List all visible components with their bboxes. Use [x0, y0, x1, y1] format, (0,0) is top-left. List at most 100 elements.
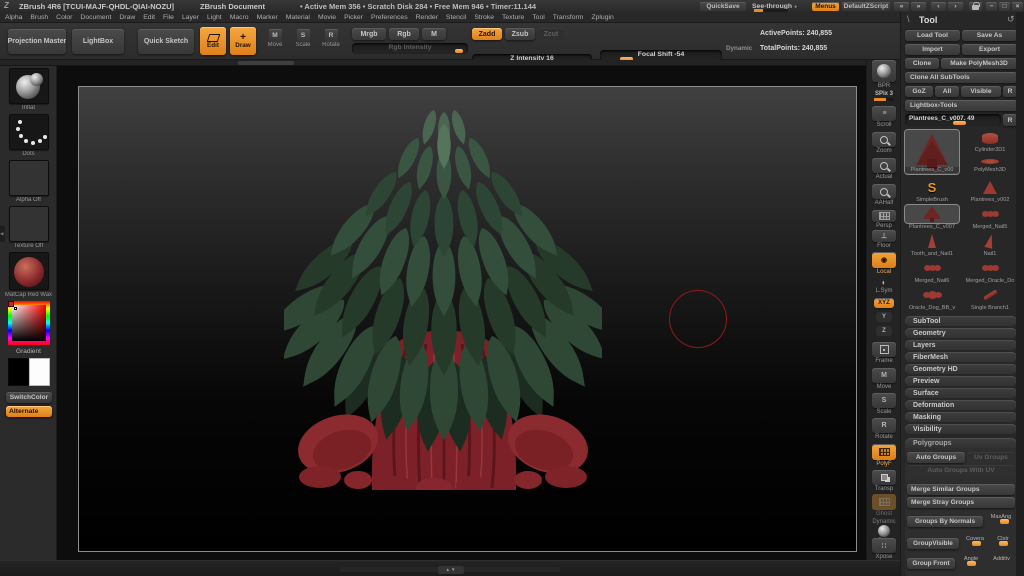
cluster-handle[interactable]: [999, 541, 1008, 546]
inventory-item-plantrees-c-v007[interactable]: [905, 205, 959, 223]
rotate-button[interactable]: R Rotate: [318, 27, 344, 55]
bottom-divider-handle[interactable]: ▲▼: [438, 566, 464, 574]
menu-brush[interactable]: Brush: [30, 14, 48, 21]
left-tray-collapse-handle[interactable]: ◀: [0, 226, 5, 242]
sculpt-model-tree[interactable]: [284, 94, 602, 490]
shelf-z-button[interactable]: Z: [870, 326, 898, 336]
section-fibermesh[interactable]: FiberMesh: [905, 352, 1017, 362]
tool-palette-header[interactable]: \ Tool ↺: [901, 12, 1024, 28]
inventory-item-polymesh3d[interactable]: [963, 156, 1017, 166]
canvas-viewport[interactable]: [57, 66, 866, 560]
section-layers[interactable]: Layers: [905, 340, 1017, 350]
secondary-color-swatch[interactable]: [29, 358, 50, 386]
merge-stray-groups-button[interactable]: Merge Stray Groups: [907, 497, 1015, 508]
maxangle-slider[interactable]: MaxAng: [986, 514, 1016, 520]
shelf-aahalf-button[interactable]: AAHalf: [870, 184, 898, 206]
menu-render[interactable]: Render: [416, 14, 438, 21]
menu-preferences[interactable]: Preferences: [371, 14, 408, 21]
save-as-button[interactable]: Save As: [962, 30, 1017, 41]
draw-button[interactable]: + Draw: [230, 27, 256, 55]
see-through-slider[interactable]: See-through ●: [752, 1, 806, 11]
current-tool-handle[interactable]: [953, 121, 966, 125]
shelf-y-button[interactable]: Y: [870, 312, 898, 322]
inventory-item-cylinder3d[interactable]: [963, 130, 1017, 146]
cluster-slider[interactable]: Clstr: [991, 536, 1015, 542]
inventory-item-single-branch1[interactable]: [963, 286, 1017, 304]
menu-picker[interactable]: Picker: [344, 14, 363, 21]
shelf-spix-slider[interactable]: SPix 3: [870, 90, 898, 101]
section-surface[interactable]: Surface: [905, 388, 1017, 398]
shelf-lsym-button[interactable]: ◐ L.Sym: [870, 278, 898, 294]
tool-panel-scroll-gutter[interactable]: [1016, 12, 1024, 576]
shelf-xyz-button[interactable]: XYZ: [870, 298, 898, 308]
color-picker-sv-square[interactable]: [12, 305, 46, 341]
restore-button[interactable]: □: [999, 2, 1010, 11]
shelf-rotate-button[interactable]: R Rotate: [870, 418, 898, 440]
color-picker-cursor[interactable]: [14, 307, 17, 310]
move-button[interactable]: M Move: [262, 27, 288, 55]
coverage-handle[interactable]: [972, 541, 981, 546]
menu-texture[interactable]: Texture: [502, 14, 524, 21]
menu-edit[interactable]: Edit: [143, 14, 155, 21]
shelf-frame-button[interactable]: Frame: [870, 342, 898, 364]
bottom-tray-divider[interactable]: ▲▼: [0, 560, 900, 576]
menu-light[interactable]: Light: [207, 14, 222, 21]
menu-stencil[interactable]: Stencil: [446, 14, 466, 21]
scale-button[interactable]: S Scale: [290, 27, 316, 55]
tool-r-button[interactable]: R: [1003, 114, 1017, 126]
inventory-item-tooth-and-nail1[interactable]: [905, 232, 959, 250]
coverage-slider[interactable]: Covera: [962, 536, 988, 542]
current-stroke-thumbnail[interactable]: [9, 114, 49, 150]
shelf-scale-button[interactable]: S Scale: [870, 393, 898, 415]
menu-material[interactable]: Material: [286, 14, 310, 21]
inventory-item-oracle-dog[interactable]: [905, 286, 959, 304]
inventory-item-merged-nail6[interactable]: [905, 259, 959, 277]
main-color-swatch[interactable]: [8, 358, 29, 386]
m-button[interactable]: M: [422, 28, 446, 40]
uv-groups-button[interactable]: Uv Groups: [967, 452, 1015, 463]
menu-draw[interactable]: Draw: [119, 14, 135, 21]
section-geometry[interactable]: Geometry: [905, 328, 1017, 338]
section-masking[interactable]: Masking: [905, 412, 1017, 422]
current-texture-thumbnail[interactable]: [9, 206, 49, 242]
additive-slider[interactable]: Additiv: [988, 556, 1015, 562]
shelf-actual-button[interactable]: Actual: [870, 158, 898, 180]
maxangle-handle[interactable]: [1000, 519, 1009, 524]
angle-slider[interactable]: Angle: [958, 556, 984, 562]
menu-alpha[interactable]: Alpha: [5, 14, 22, 21]
mrgb-button[interactable]: Mrgb: [352, 28, 386, 40]
inventory-item-simplebrush[interactable]: S: [905, 178, 959, 196]
shelf-local-button[interactable]: ◉ Local: [870, 252, 898, 275]
section-deformation[interactable]: Deformation: [905, 400, 1017, 410]
menu-tool[interactable]: Tool: [532, 14, 544, 21]
goz-r-button[interactable]: R: [1003, 86, 1017, 97]
rgb-intensity-slider[interactable]: Rgb Intensity: [352, 43, 468, 54]
edit-button[interactable]: Edit: [200, 27, 226, 55]
section-visibility[interactable]: Visibility: [905, 424, 1017, 434]
shelf-move-button[interactable]: M Move: [870, 368, 898, 390]
inventory-item-plantrees-v002[interactable]: [963, 178, 1017, 196]
inventory-item-nail1[interactable]: [963, 232, 1017, 250]
doc-next-button[interactable]: ›: [948, 2, 963, 11]
projection-master-button[interactable]: Projection Master: [8, 29, 66, 54]
switch-color-button[interactable]: SwitchColor: [6, 392, 52, 403]
angle-handle[interactable]: [967, 561, 976, 566]
shelf-ghost-button[interactable]: Ghost: [870, 494, 898, 517]
menu-transform[interactable]: Transform: [553, 14, 584, 21]
shelf-zoom-button[interactable]: Zoom: [870, 132, 898, 154]
groups-by-normals-button[interactable]: Groups By Normals: [907, 516, 983, 527]
quick-sketch-button[interactable]: Quick Sketch: [138, 29, 194, 54]
lightbox-button[interactable]: LightBox: [72, 29, 124, 54]
section-preview[interactable]: Preview: [905, 376, 1017, 386]
menu-movie[interactable]: Movie: [318, 14, 336, 21]
shelf-scroll-button[interactable]: ≡ Scroll: [870, 106, 898, 128]
spix-handle[interactable]: [874, 98, 886, 101]
menu-macro[interactable]: Macro: [230, 14, 249, 21]
groupvisible-button[interactable]: GroupVisible: [907, 538, 959, 549]
inventory-item-merged-nail5[interactable]: [963, 205, 1017, 223]
menu-stroke[interactable]: Stroke: [474, 14, 494, 21]
menus-toggle-button[interactable]: Menus: [812, 2, 839, 11]
menu-file[interactable]: File: [163, 14, 174, 21]
doc-prev-button[interactable]: ‹: [931, 2, 946, 11]
current-tool-slider[interactable]: Plantrees_C_v007. 49: [905, 114, 1001, 126]
